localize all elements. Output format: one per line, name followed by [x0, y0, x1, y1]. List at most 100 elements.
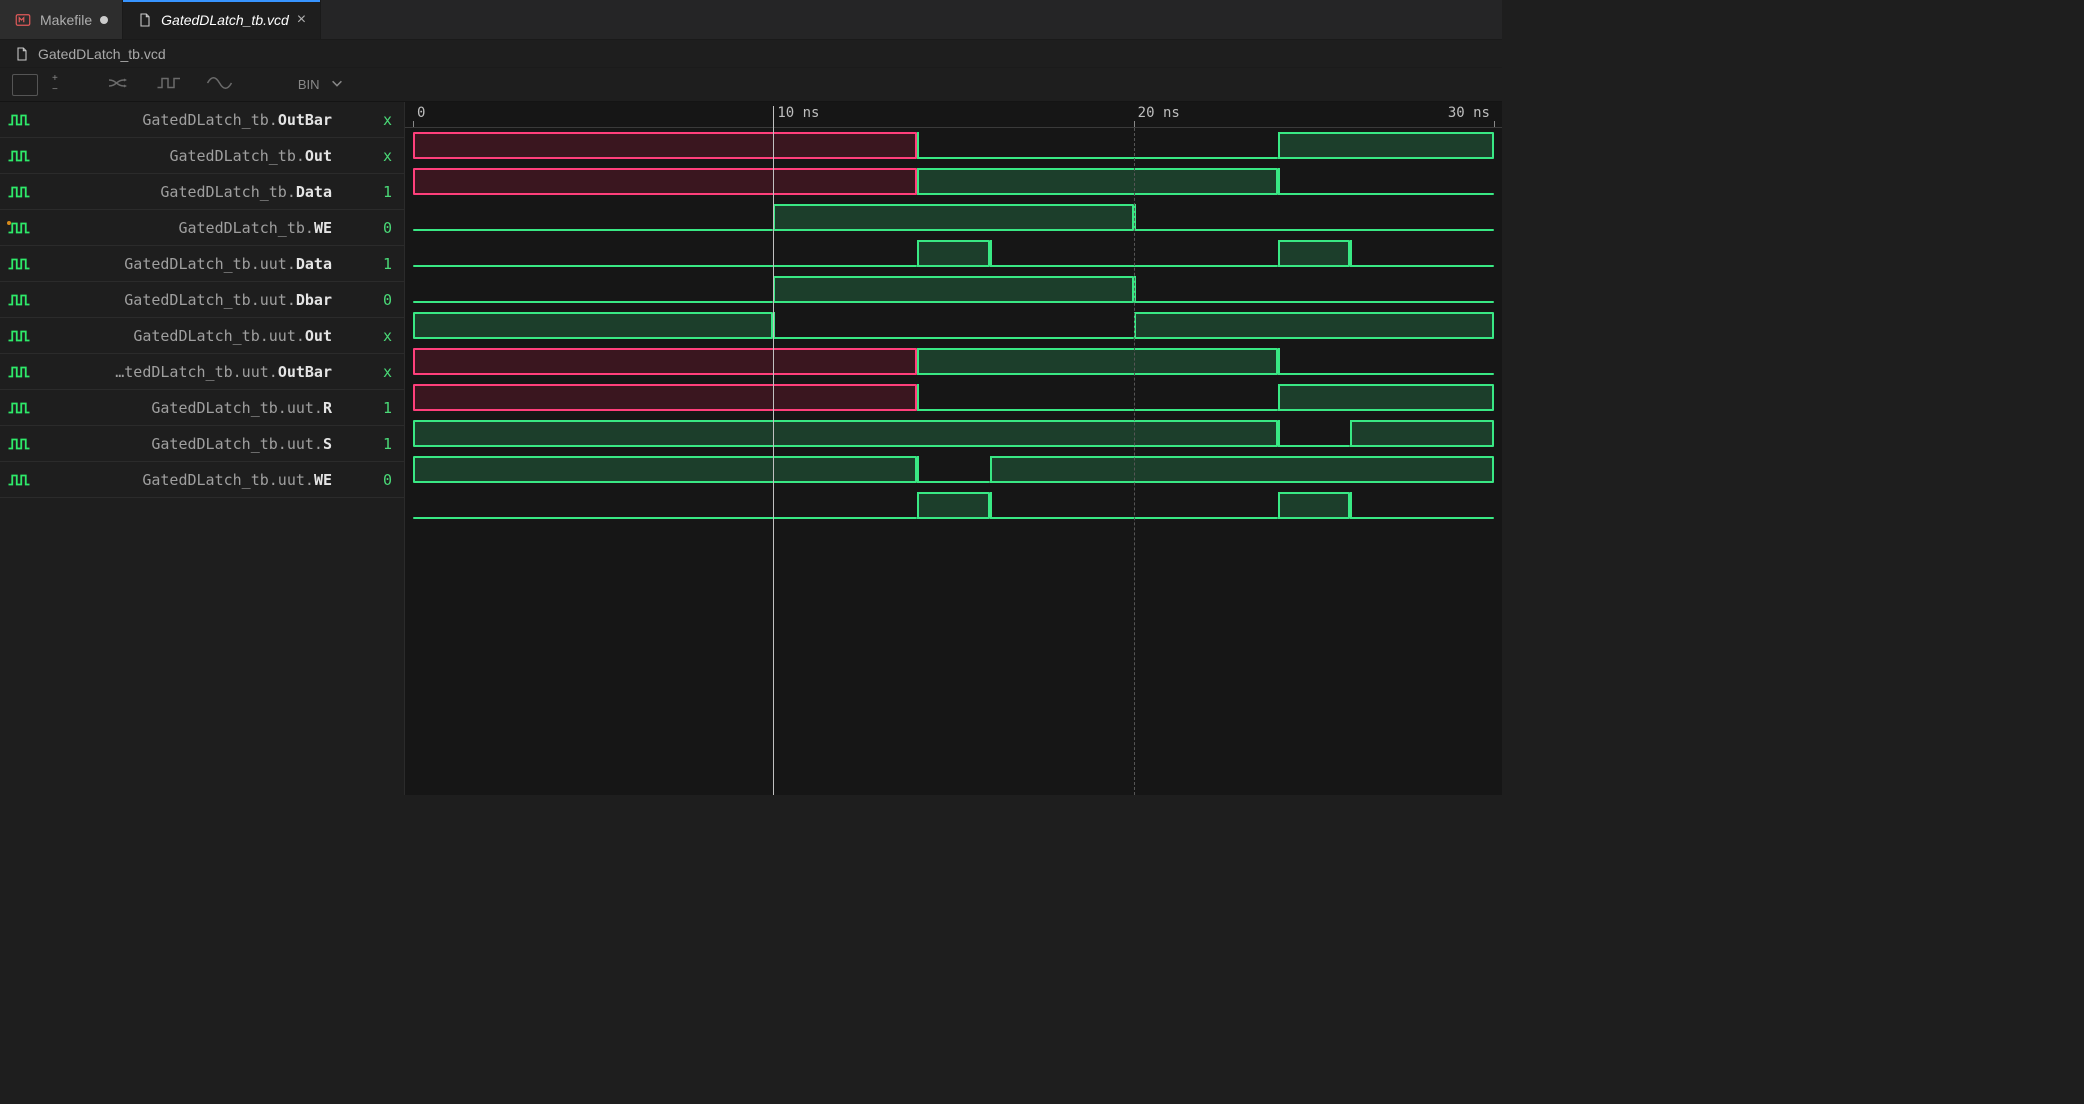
signal-name: GatedDLatch_tb.uut.Out — [38, 327, 332, 345]
signal-wave-icon — [0, 148, 38, 164]
wave-toolbar: +− BIN — [0, 68, 1502, 102]
tab-label: GatedDLatch_tb.vcd — [161, 12, 289, 28]
signal-name: GatedDLatch_tb.OutBar — [38, 111, 332, 129]
wave-row[interactable] — [405, 344, 1502, 380]
signal-row[interactable]: GatedDLatch_tb.uut.Outx — [0, 318, 404, 354]
wave-segment — [413, 384, 917, 411]
wave-row[interactable] — [405, 488, 1502, 524]
file-icon — [137, 12, 153, 28]
signal-row[interactable]: GatedDLatch_tb.uut.Dbar0 — [0, 282, 404, 318]
signal-name: GatedDLatch_tb.WE — [38, 219, 332, 237]
wave-row[interactable] — [405, 380, 1502, 416]
wave-row[interactable] — [405, 416, 1502, 452]
gridline — [1134, 128, 1135, 795]
signal-name: GatedDLatch_tb.Data — [38, 183, 332, 201]
makefile-icon — [14, 11, 32, 29]
time-cursor[interactable] — [773, 106, 774, 795]
wave-edge — [917, 492, 919, 519]
wave-segment — [917, 348, 1277, 375]
file-icon — [14, 46, 30, 62]
wave-edge — [1350, 240, 1352, 267]
color-swatch-button[interactable] — [12, 74, 38, 96]
wave-segment — [1350, 420, 1494, 447]
signal-name: GatedDLatch_tb.uut.Data — [38, 255, 332, 273]
signal-row[interactable]: GatedDLatch_tb.Outx — [0, 138, 404, 174]
wave-row[interactable] — [405, 200, 1502, 236]
signal-row[interactable]: GatedDLatch_tb.uut.R1 — [0, 390, 404, 426]
wave-row[interactable] — [405, 272, 1502, 308]
wave-edge — [917, 384, 919, 411]
wave-segment — [413, 301, 773, 303]
wave-segment — [1278, 193, 1494, 195]
signal-row[interactable]: …tedDLatch_tb.uut.OutBarx — [0, 354, 404, 390]
signal-row[interactable]: GatedDLatch_tb.OutBarx — [0, 102, 404, 138]
signal-wave-icon — [0, 220, 38, 236]
wave-segment — [413, 420, 1278, 447]
signal-row[interactable]: GatedDLatch_tb.uut.WE0 — [0, 462, 404, 498]
wave-segment — [1350, 517, 1494, 519]
wave-edge — [1278, 492, 1280, 519]
wave-edge — [917, 348, 919, 375]
tab-label: Makefile — [40, 12, 92, 28]
wave-segment — [917, 492, 989, 519]
wave-edge — [990, 240, 992, 267]
time-ruler[interactable]: 010 ns20 ns30 ns — [405, 102, 1502, 128]
wave-edge — [1278, 384, 1280, 411]
tab-makefile[interactable]: Makefile — [0, 0, 123, 39]
wave-segment — [1278, 445, 1350, 447]
wave-segment — [917, 481, 989, 483]
wave-segment — [413, 348, 917, 375]
signal-value: 1 — [332, 399, 392, 417]
wave-segment — [917, 157, 1277, 159]
wave-segment — [1278, 492, 1350, 519]
wave-edge — [1278, 168, 1280, 195]
signal-value: x — [332, 147, 392, 165]
wave-segment — [1278, 384, 1494, 411]
signal-row[interactable]: GatedDLatch_tb.WE0 — [0, 210, 404, 246]
wave-row[interactable] — [405, 452, 1502, 488]
wave-row[interactable] — [405, 128, 1502, 164]
wave-segment — [413, 517, 917, 519]
signal-row[interactable]: GatedDLatch_tb.uut.Data1 — [0, 246, 404, 282]
wave-segment — [413, 229, 773, 231]
wave-row[interactable] — [405, 308, 1502, 344]
wave-segment — [413, 265, 917, 267]
wave-segment — [1278, 240, 1350, 267]
signal-wave-icon — [0, 112, 38, 128]
shuffle-icon[interactable] — [106, 74, 136, 95]
radix-select[interactable]: BIN — [288, 73, 354, 96]
wave-segment — [1350, 265, 1494, 267]
digital-wave-icon[interactable] — [156, 74, 186, 95]
tab-bar: Makefile GatedDLatch_tb.vcd × — [0, 0, 1502, 40]
wave-edge — [917, 132, 919, 159]
signal-name: GatedDLatch_tb.Out — [38, 147, 332, 165]
chevron-down-icon — [330, 76, 344, 93]
wave-row[interactable] — [405, 164, 1502, 200]
wave-segment — [917, 240, 989, 267]
wave-segment — [1134, 301, 1494, 303]
wave-edge — [990, 456, 992, 483]
signal-name: GatedDLatch_tb.uut.R — [38, 399, 332, 417]
wave-edge — [1278, 348, 1280, 375]
signal-value: 0 — [332, 471, 392, 489]
signal-wave-icon — [0, 328, 38, 344]
wave-segment — [1134, 229, 1494, 231]
signal-value: 1 — [332, 435, 392, 453]
wave-segment — [917, 168, 1277, 195]
signal-wave-icon — [0, 292, 38, 308]
wave-segment — [1278, 132, 1494, 159]
zoom-plusminus[interactable]: +− — [52, 74, 58, 95]
analog-wave-icon[interactable] — [206, 74, 236, 95]
signal-value: x — [332, 363, 392, 381]
wave-row[interactable] — [405, 236, 1502, 272]
tab-vcd[interactable]: GatedDLatch_tb.vcd × — [123, 0, 321, 39]
close-icon[interactable]: × — [297, 12, 306, 28]
breadcrumb-file[interactable]: GatedDLatch_tb.vcd — [38, 46, 166, 62]
waveform-panel[interactable]: 010 ns20 ns30 ns — [405, 102, 1502, 795]
signal-wave-icon — [0, 400, 38, 416]
wave-segment — [1278, 373, 1494, 375]
signal-row[interactable]: GatedDLatch_tb.uut.S1 — [0, 426, 404, 462]
wave-edge — [1278, 240, 1280, 267]
signal-row[interactable]: GatedDLatch_tb.Data1 — [0, 174, 404, 210]
signal-list[interactable]: GatedDLatch_tb.OutBarxGatedDLatch_tb.Out… — [0, 102, 405, 795]
